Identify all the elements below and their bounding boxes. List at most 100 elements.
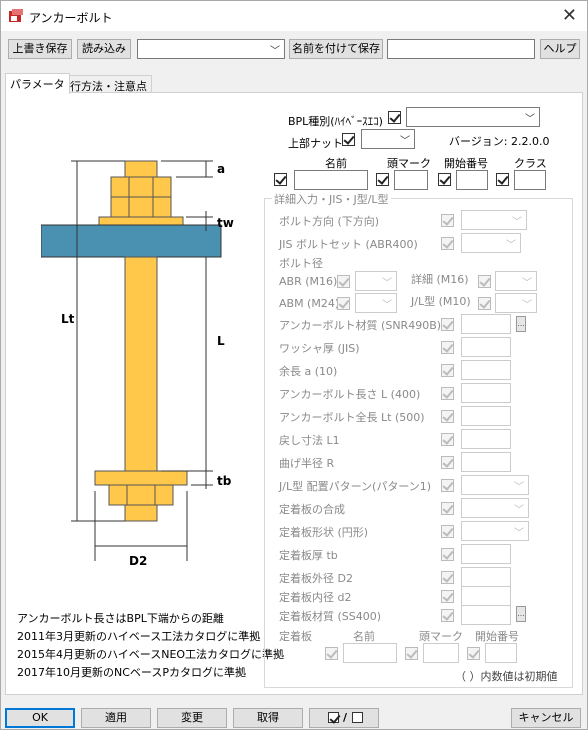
note-3: 2015年4月更新のハイベースNEO工法カタログに準拠	[17, 648, 285, 661]
detail-m16-combo[interactable]: ﹀	[495, 271, 537, 291]
jis-bolt-set-checkbox[interactable]	[441, 237, 454, 250]
anchor-plate-head-mark-input[interactable]	[423, 643, 459, 663]
bend-radius-input[interactable]	[461, 452, 511, 472]
anchor-material-input[interactable]	[461, 314, 511, 334]
help-button[interactable]: ヘルプ	[540, 39, 580, 59]
anchor-plate-outer-diameter-input[interactable]	[461, 567, 511, 587]
bpl-type-checkbox[interactable]	[388, 111, 401, 124]
close-icon[interactable]: ✕	[562, 5, 577, 26]
bend-radius-checkbox[interactable]	[441, 456, 454, 469]
save-name-input[interactable]	[387, 39, 535, 59]
preset-combo[interactable]: ﹀	[137, 39, 285, 59]
name-checkbox[interactable]	[274, 173, 287, 186]
start-no-checkbox[interactable]	[438, 173, 451, 186]
abm-combo[interactable]: ﹀	[355, 293, 397, 313]
anchor-plate-shape-checkbox[interactable]	[441, 525, 454, 538]
anchor-plate-inner-diameter-checkbox[interactable]	[441, 590, 454, 603]
get-button[interactable]: 取得	[233, 708, 303, 728]
jl-pattern-checkbox[interactable]	[441, 479, 454, 492]
cancel-button[interactable]: キャンセル	[511, 708, 581, 728]
anchor-plate-label: 定着板	[279, 630, 312, 643]
washer-thickness-checkbox[interactable]	[441, 341, 454, 354]
bolt-tip	[124, 160, 158, 178]
anchor-plate-shape-combo[interactable]: ﹀	[461, 521, 529, 541]
jl-pattern-combo[interactable]: ﹀	[461, 475, 529, 495]
start-no-input[interactable]	[456, 170, 488, 190]
jl-type-m10-combo[interactable]: ﹀	[495, 293, 537, 313]
anchor-plate-material-browse-button[interactable]: ...	[516, 606, 526, 622]
jl-type-m10-checkbox[interactable]	[478, 297, 491, 310]
anchor-plate-thickness-input[interactable]	[461, 544, 511, 564]
modify-button[interactable]: 変更	[157, 708, 227, 728]
return-dimension-checkbox[interactable]	[441, 433, 454, 446]
head-mark-input[interactable]	[394, 170, 428, 190]
chevron-down-icon: ﹀	[270, 46, 280, 57]
bolt-direction-checkbox[interactable]	[441, 214, 454, 227]
washer-thickness-input[interactable]	[461, 337, 511, 357]
anchor-plate-head-mark-checkbox[interactable]	[405, 647, 418, 660]
anchor-plate-head-mark-header: 頭マーク	[419, 630, 463, 643]
check-on-icon	[328, 712, 339, 723]
anchor-material-label: アンカーボルト材質 (SNR490B)	[279, 319, 442, 332]
name-input[interactable]	[294, 170, 368, 190]
anchor-plate-thickness-checkbox[interactable]	[441, 548, 454, 561]
save-as-button[interactable]: 名前を付けて保存	[289, 39, 383, 59]
anchor-total-length-label: アンカーボルト全長 Lt (500)	[279, 411, 425, 424]
anchor-plate-start-no-input[interactable]	[485, 643, 517, 663]
anchor-plate-outer-diameter-checkbox[interactable]	[441, 571, 454, 584]
anchor-plate-inner-diameter-input[interactable]	[461, 586, 511, 606]
bolt-direction-combo[interactable]: ﹀	[461, 210, 527, 230]
overwrite-save-button[interactable]: 上書き保存	[8, 39, 72, 59]
anchor-total-length-input[interactable]	[461, 406, 511, 426]
detail-group-title: 詳細入力・JIS・J型/L型	[272, 191, 391, 207]
ok-button[interactable]: OK	[5, 708, 75, 728]
jis-bolt-set-combo[interactable]: ﹀	[461, 233, 521, 253]
return-dimension-input[interactable]	[461, 429, 511, 449]
chevron-down-icon: ﹀	[514, 482, 524, 493]
anchor-length-checkbox[interactable]	[441, 387, 454, 400]
head-mark-checkbox[interactable]	[376, 173, 389, 186]
anchor-plate-name-header: 名前	[353, 630, 375, 643]
top-nut-2	[110, 196, 172, 218]
anchor-plate-composite-label: 定着板の合成	[279, 503, 345, 516]
initial-value-footnote: （ ）内数値は初期値	[455, 670, 558, 683]
anchor-plate-composite-checkbox[interactable]	[441, 502, 454, 515]
class-checkbox[interactable]	[496, 173, 509, 186]
dim-L-label: L	[217, 334, 225, 348]
washer-thickness-label: ワッシャ厚 (JIS)	[279, 342, 360, 355]
bpl-type-combo[interactable]: ﹀	[406, 107, 540, 127]
abr-checkbox[interactable]	[337, 275, 350, 288]
version-label: バージョン: 2.2.0.0	[449, 135, 550, 148]
anchor-material-browse-button[interactable]: ...	[516, 316, 526, 332]
anchor-plate-start-no-checkbox[interactable]	[467, 647, 480, 660]
head-mark-header: 頭マーク	[387, 157, 431, 170]
anchor-plate-material-input[interactable]	[461, 605, 511, 625]
anchor-plate-thickness-label: 定着板厚 tb	[279, 549, 338, 562]
class-input[interactable]	[514, 170, 546, 190]
anchor-plate-material-label: 定着板材質 (SS400)	[279, 610, 382, 623]
anchor-plate-name-checkbox[interactable]	[325, 647, 338, 660]
tab-parameters[interactable]: パラメータ	[5, 73, 70, 94]
extra-length-input[interactable]	[461, 360, 511, 380]
anchor-plate-composite-combo[interactable]: ﹀	[461, 498, 529, 518]
upper-nut-combo[interactable]: ﹀	[361, 129, 415, 149]
detail-m16-checkbox[interactable]	[478, 275, 491, 288]
base-plate	[41, 224, 222, 258]
abr-combo[interactable]: ﹀	[355, 271, 397, 291]
chevron-down-icon: ﹀	[514, 505, 524, 516]
class-header: クラス	[514, 157, 547, 170]
toggle-all-checkboxes-button[interactable]: /	[309, 708, 379, 728]
anchor-material-checkbox[interactable]	[441, 318, 454, 331]
anchor-plate-material-checkbox[interactable]	[441, 609, 454, 622]
load-button[interactable]: 読み込み	[77, 39, 131, 59]
anchor-total-length-checkbox[interactable]	[441, 410, 454, 423]
extra-length-checkbox[interactable]	[441, 364, 454, 377]
anchor-length-input[interactable]	[461, 383, 511, 403]
apply-button[interactable]: 適用	[81, 708, 151, 728]
abm-checkbox[interactable]	[337, 297, 350, 310]
anchor-plate-name-input[interactable]	[343, 643, 397, 663]
upper-nut-checkbox[interactable]	[342, 133, 355, 146]
extra-length-label: 余長 a (10)	[279, 365, 338, 378]
dim-D2-label: D2	[129, 554, 147, 568]
bottom-nut	[108, 484, 174, 506]
